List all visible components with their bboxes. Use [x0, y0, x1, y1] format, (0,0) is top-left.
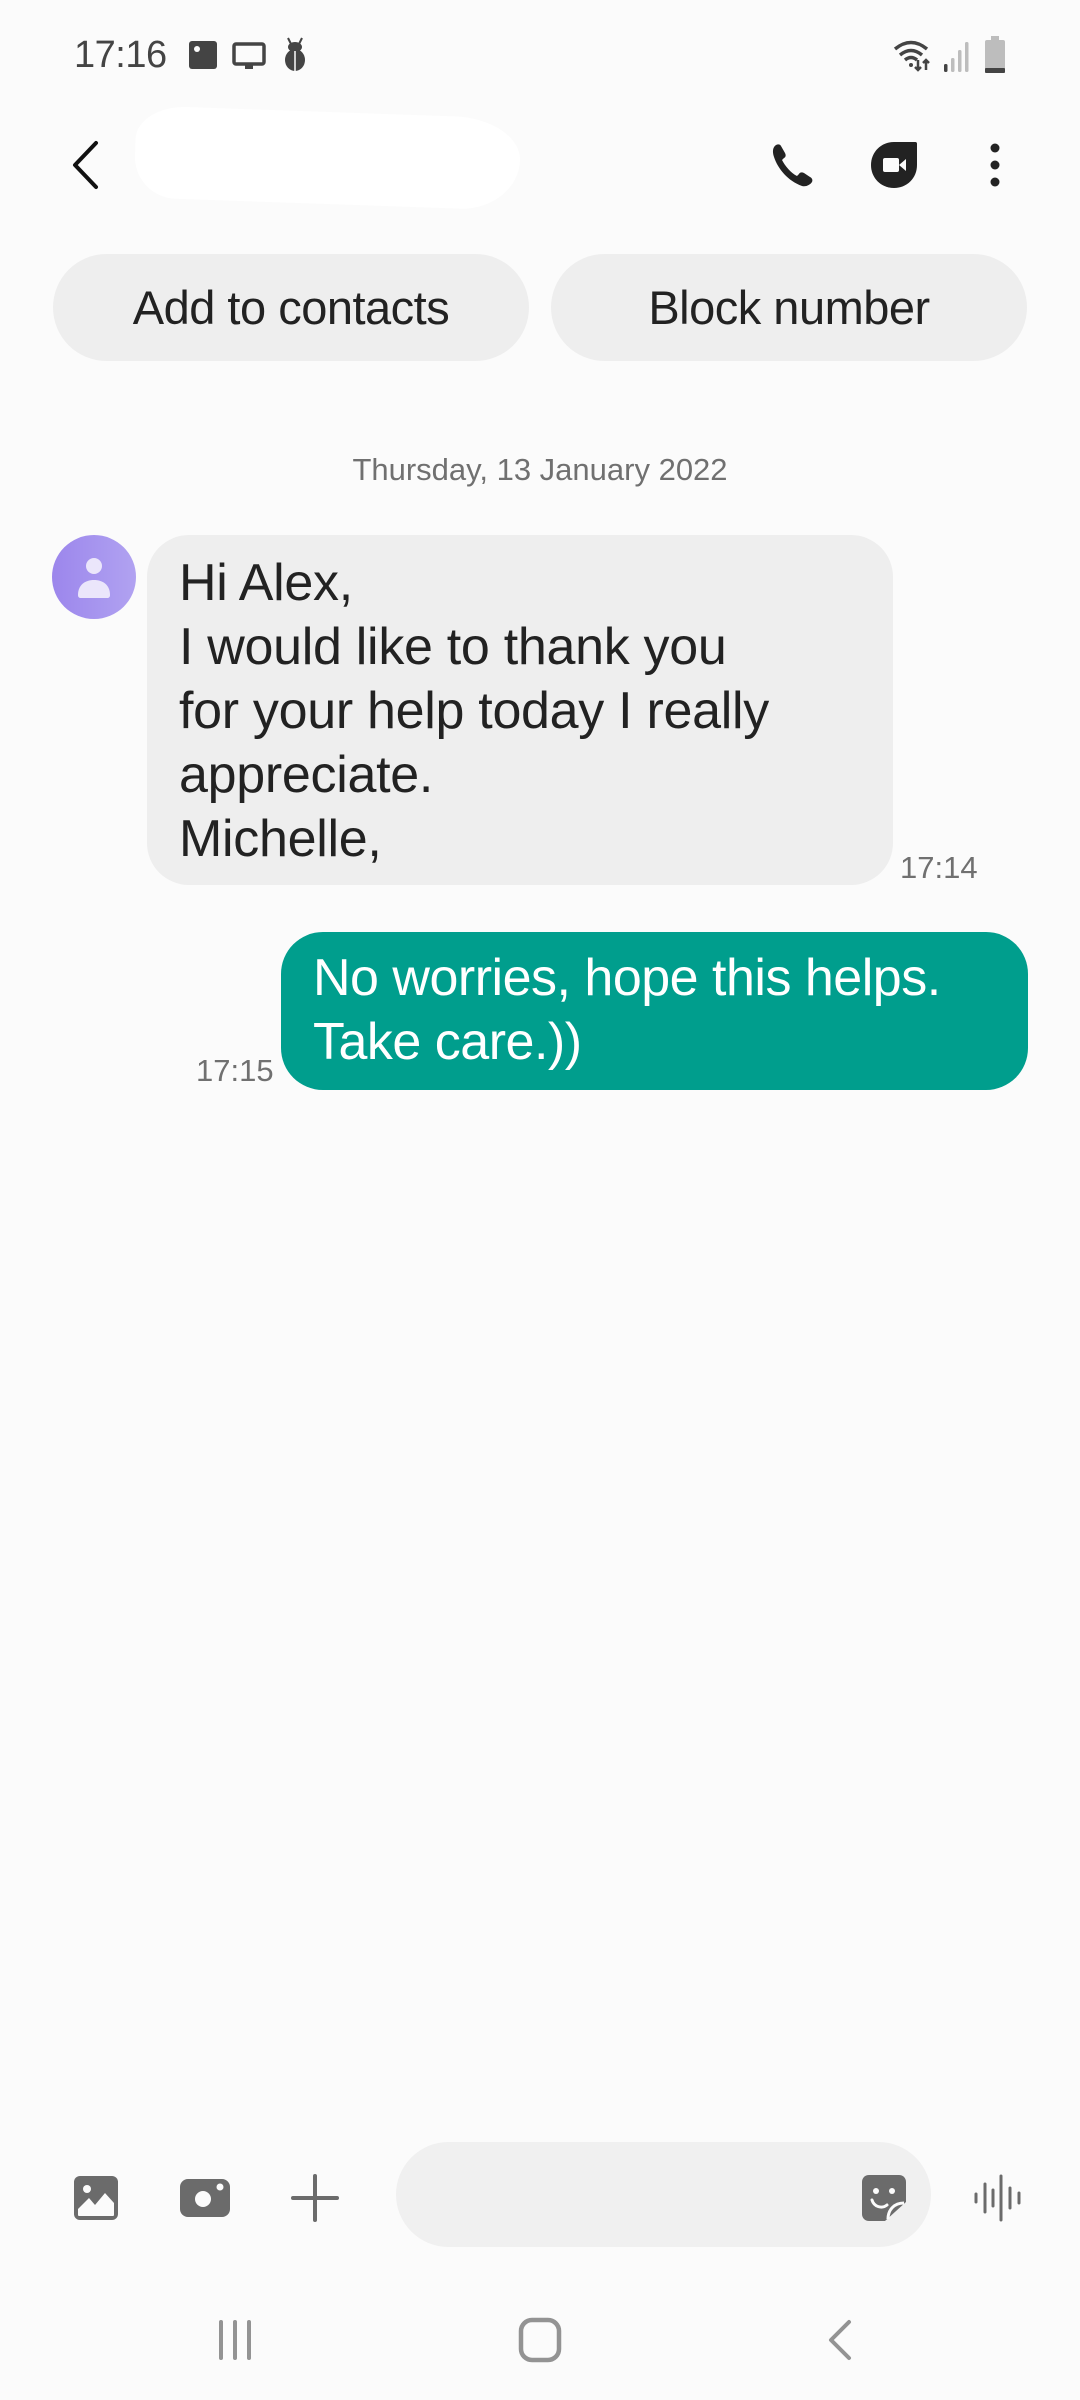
system-back-button[interactable]: [815, 2305, 865, 2375]
sticker-button[interactable]: [854, 2168, 914, 2228]
system-back-icon: [829, 2320, 851, 2360]
sticker-icon: [862, 2175, 906, 2221]
status-time: 17:16: [74, 34, 167, 76]
phone-icon: [772, 144, 813, 187]
incoming-message-text: Hi Alex, I would like to thank you for y…: [179, 554, 769, 868]
incoming-message-time: 17:14: [900, 850, 978, 885]
incoming-message-bubble[interactable]: Hi Alex, I would like to thank you for y…: [147, 535, 893, 885]
recent-apps-button[interactable]: [205, 2305, 265, 2375]
date-divider: Thursday, 13 January 2022: [352, 452, 728, 487]
more-vertical-icon: [990, 143, 1000, 187]
gallery-button[interactable]: [66, 2168, 126, 2228]
voice-recorder-icon: [974, 2174, 1021, 2222]
contact-avatar[interactable]: [52, 535, 136, 619]
recent-apps-icon: [219, 2320, 251, 2360]
camera-icon: [180, 2179, 230, 2217]
camera-button[interactable]: [175, 2168, 235, 2228]
outgoing-message-bubble[interactable]: No worries, hope this helps. Take care.)…: [281, 932, 1028, 1090]
debug-bug-icon: [285, 37, 305, 72]
outgoing-message-text: No worries, hope this helps. Take care.)…: [313, 949, 941, 1071]
redaction-overlay: [133, 105, 522, 211]
wifi-data-icon: [893, 40, 930, 72]
chevron-left-icon: [73, 141, 98, 189]
message-input[interactable]: [396, 2142, 931, 2247]
plus-icon: [291, 2174, 339, 2222]
home-button[interactable]: [505, 2305, 575, 2375]
battery-icon: [985, 36, 1005, 73]
back-button[interactable]: [60, 135, 110, 195]
outgoing-message-time: 17:15: [196, 1053, 274, 1088]
add-to-contacts-button[interactable]: Add to contacts: [53, 254, 529, 361]
video-call-icon: [871, 142, 917, 188]
voice-call-button[interactable]: [760, 135, 824, 195]
block-number-button[interactable]: Block number: [551, 254, 1027, 361]
voice-recorder-button[interactable]: [968, 2168, 1028, 2228]
cellular-signal-icon: [944, 42, 969, 72]
gallery-notification-icon: [189, 41, 217, 69]
more-options-button[interactable]: [975, 135, 1015, 195]
home-icon: [518, 2317, 562, 2363]
screen-cast-icon: [232, 42, 266, 69]
add-attachment-button[interactable]: [285, 2168, 345, 2228]
person-icon: [78, 558, 110, 598]
video-call-button[interactable]: [862, 135, 926, 195]
gallery-icon: [74, 2176, 118, 2220]
